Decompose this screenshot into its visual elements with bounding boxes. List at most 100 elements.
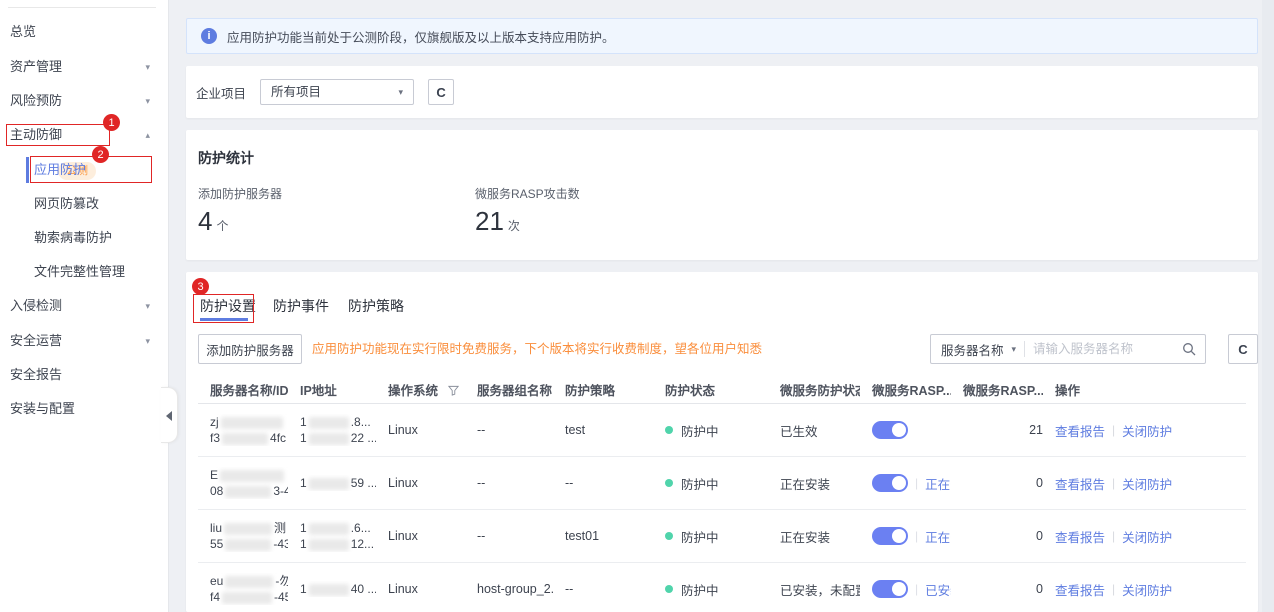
cell-ip: 140 ...: [288, 581, 376, 597]
view-report-link[interactable]: 查看报告: [1055, 580, 1105, 599]
cell-os: Linux: [376, 582, 465, 596]
active-tab-underline: [200, 318, 248, 321]
cell-policy: --: [553, 582, 653, 596]
cell-protection-status: 防护中: [653, 527, 768, 546]
cell-rasp-toggle: |已安装，: [860, 580, 951, 599]
sidebar-collapse-handle[interactable]: [161, 387, 178, 443]
add-protected-server-button[interactable]: 添加防护服务器: [198, 334, 302, 364]
cell-protection-status: 防护中: [653, 474, 768, 493]
disable-protection-link[interactable]: 关闭防护: [1122, 421, 1172, 440]
redacted-text: [309, 523, 349, 535]
table-row: eu-勿 f4-45 140 ... Linux host-group_2...…: [198, 563, 1246, 612]
redacted-text: [221, 417, 283, 429]
refresh-button[interactable]: C: [428, 79, 454, 105]
sidebar-item-ransomware-protection[interactable]: 勒索病毒防护: [0, 226, 168, 250]
search-category-select[interactable]: 服务器名称: [931, 340, 1004, 359]
beta-info-banner: i 应用防护功能当前处于公测阶段，仅旗舰版及以上版本支持应用防护。: [186, 18, 1258, 54]
sidebar-item-security-report[interactable]: 安全报告: [0, 363, 168, 387]
redacted-text: [309, 478, 349, 490]
cell-ip: 159 ...: [288, 475, 376, 491]
sidebar-item-risk-prevention[interactable]: 风险预防▾: [0, 89, 168, 113]
cell-server-group: --: [465, 476, 553, 490]
disable-protection-link[interactable]: 关闭防护: [1122, 527, 1172, 546]
sidebar-item-intrusion-detection[interactable]: 入侵检测▾: [0, 294, 168, 318]
server-search-group: 服务器名称 ▾: [930, 334, 1206, 364]
stat-rasp-attacks-value: 21: [475, 206, 504, 236]
chevron-down-icon: ▾: [1012, 344, 1017, 355]
redacted-text: [222, 433, 268, 445]
cell-server-group: host-group_2...: [465, 582, 553, 596]
status-dot-green: [665, 585, 673, 593]
col-os: 操作系统: [376, 380, 465, 399]
filter-icon[interactable]: [448, 385, 459, 399]
rasp-toggle-on[interactable]: [872, 527, 908, 545]
cell-ms-status: 正在安装: [768, 527, 860, 546]
table-refresh-button[interactable]: C: [1228, 334, 1258, 364]
chevron-down-icon: ▾: [398, 80, 403, 104]
cell-protection-status: 防护中: [653, 580, 768, 599]
toggle-divider: |: [915, 476, 918, 490]
redacted-text: [309, 433, 349, 445]
tab-protection-settings[interactable]: 防护设置: [200, 296, 256, 316]
stat-rasp-attacks: 微服务RASP攻击数 21次: [475, 185, 580, 237]
protection-settings-card: 防护设置 防护事件 防护策略 添加防护服务器 应用防护功能现在实行限时免费服务，…: [186, 272, 1258, 612]
sidebar-item-proactive-defense[interactable]: 主动防御▴: [0, 123, 168, 147]
tab-protection-policies[interactable]: 防护策略: [348, 296, 404, 316]
cell-server-name: E 083-4: [198, 467, 288, 499]
disable-protection-link[interactable]: 关闭防护: [1122, 580, 1172, 599]
rasp-toggle-on[interactable]: [872, 580, 908, 598]
cell-ms-status: 已安装，未配置: [768, 580, 860, 599]
disable-protection-link[interactable]: 关闭防护: [1122, 474, 1172, 493]
cell-policy: test01: [553, 529, 653, 543]
cell-server-group: --: [465, 423, 553, 437]
col-policy: 防护策略: [553, 380, 653, 399]
col-ms-protection-status: 微服务防护状态: [768, 380, 860, 399]
table-row: zj f34fc 1.8... 122 ... Linux -- test 防护…: [198, 404, 1246, 457]
sidebar-item-security-operations[interactable]: 安全运营▾: [0, 329, 168, 353]
stat-unit: 次: [508, 219, 520, 233]
sidebar: 总览 资产管理▾ 风险预防▾ 主动防御▴ 应用防护 公测 网页防篡改 勒索病毒防…: [0, 0, 169, 612]
chevron-down-icon: ▾: [145, 55, 150, 79]
sidebar-item-web-tamper-protection[interactable]: 网页防篡改: [0, 192, 168, 216]
sidebar-item-overview[interactable]: 总览: [0, 20, 168, 44]
col-ip: IP地址: [288, 380, 376, 399]
search-icon[interactable]: [1173, 342, 1205, 356]
view-report-link[interactable]: 查看报告: [1055, 527, 1105, 546]
banner-text: 应用防护功能当前处于公测阶段，仅旗舰版及以上版本支持应用防护。: [227, 27, 615, 46]
app-protection-page: 总览 资产管理▾ 风险预防▾ 主动防御▴ 应用防护 公测 网页防篡改 勒索病毒防…: [0, 0, 1274, 612]
cell-operations: 查看报告 | 关闭防护: [1043, 580, 1246, 599]
redacted-text: [225, 486, 271, 498]
cell-rasp-count: 21: [951, 423, 1043, 437]
rasp-toggle-on[interactable]: [872, 421, 908, 439]
cell-rasp-toggle: |正在安装: [860, 474, 951, 493]
link-divider: |: [1112, 529, 1115, 543]
search-input[interactable]: [1025, 342, 1173, 356]
stats-title: 防护统计: [198, 148, 254, 168]
chevron-down-icon: ▾: [145, 329, 150, 353]
sidebar-item-asset-management[interactable]: 资产管理▾: [0, 55, 168, 79]
view-report-link[interactable]: 查看报告: [1055, 474, 1105, 493]
rasp-toggle-on[interactable]: [872, 474, 908, 492]
tab-protection-events[interactable]: 防护事件: [273, 296, 329, 316]
enterprise-project-select[interactable]: 所有项目 ▾: [260, 79, 414, 105]
info-icon: i: [201, 28, 217, 44]
sidebar-item-application-protection[interactable]: 应用防护 公测: [0, 158, 168, 182]
status-dot-green: [665, 532, 673, 540]
view-report-link[interactable]: 查看报告: [1055, 421, 1105, 440]
cell-policy: test: [553, 423, 653, 437]
annotation-badge-3: 3: [192, 278, 209, 295]
cell-policy: --: [553, 476, 653, 490]
redacted-text: [220, 470, 284, 482]
redacted-text: [309, 417, 349, 429]
free-trial-notice: 应用防护功能现在实行限时免费服务，下个版本将实行收费制度，望各位用户知悉: [312, 334, 762, 364]
col-server-name: 服务器名称/ID: [198, 380, 288, 399]
cell-server-group: --: [465, 529, 553, 543]
toggle-divider: |: [915, 529, 918, 543]
sidebar-item-install-config[interactable]: 安装与配置: [0, 397, 168, 421]
enterprise-project-card: 企业项目 所有项目 ▾ C: [186, 66, 1258, 118]
vertical-scrollbar[interactable]: [1262, 0, 1274, 612]
sidebar-item-file-integrity[interactable]: 文件完整性管理: [0, 260, 168, 284]
enterprise-project-label: 企业项目: [196, 83, 246, 102]
table-row: liu测 55-43 1.6... 112... Linux -- test01…: [198, 510, 1246, 563]
redacted-text: [225, 539, 271, 551]
